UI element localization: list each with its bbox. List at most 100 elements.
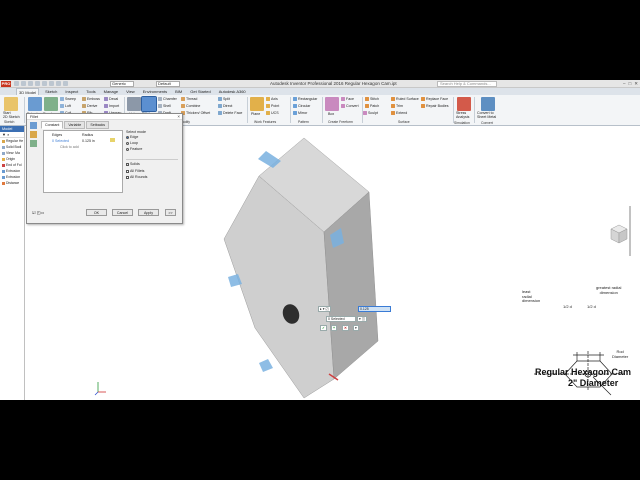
emboss-button[interactable]: Emboss [82,97,100,102]
fillet-icon[interactable] [141,96,157,112]
application-menu-button[interactable]: PRO [1,81,11,87]
tab-get-started[interactable]: Get Started [188,88,212,95]
ruled-surface-button[interactable]: Ruled Surface [391,97,419,102]
tab-tools[interactable]: Tools [84,88,97,95]
sculpt-button[interactable]: Sculpt [363,111,378,116]
tab-constant[interactable]: Constant [41,121,64,129]
save-icon[interactable] [28,81,33,86]
edges-selected-cell[interactable]: 0 Selected [52,139,69,143]
start-sketch-label[interactable]: Start 2D Sketch [3,111,20,120]
import-button[interactable]: Import [104,104,119,109]
revolve-icon[interactable] [44,97,58,111]
derive-button[interactable]: Derive [82,104,97,109]
solids-selector[interactable]: Solids [126,159,178,166]
convert-sheet-metal-label[interactable]: Convert to Sheet Metal [477,111,496,120]
help-search-input[interactable]: Search Help & Commands... [437,81,497,87]
radius-value-cell[interactable]: 0.125 in [82,139,95,143]
edge-select-icon[interactable] [110,138,115,142]
tab-sketch[interactable]: Sketch [43,88,59,95]
face-button[interactable]: Face [341,97,354,102]
combine-button[interactable]: Combine [181,104,200,109]
redo-icon[interactable] [42,81,47,86]
help-icons[interactable]: ☑ ◰▭ [32,210,44,215]
convert-button[interactable]: Convert [341,104,359,109]
ucs-button[interactable]: UCS [266,111,279,116]
appearance-combo[interactable]: Default [156,81,180,87]
apply-plus-icon[interactable]: + [331,325,338,331]
update-icon[interactable] [56,81,61,86]
all-rounds-checkbox[interactable]: All Rounds [126,175,178,179]
tab-variable[interactable]: Variable [64,121,86,129]
loft-button[interactable]: Loft [60,104,71,109]
ok-check-icon[interactable]: ✓ [320,325,327,331]
tab-manage[interactable]: Manage [102,88,120,95]
extrude-icon[interactable] [28,97,42,111]
face-fillet-icon[interactable] [30,131,37,138]
delete-face-button[interactable]: Delete Face [218,111,242,116]
extend-button[interactable]: Extend [391,111,407,116]
select-icon[interactable] [63,81,68,86]
box-label[interactable]: Box [328,112,334,116]
all-fillets-checkbox[interactable]: All Fillets [126,169,178,173]
edge-mode-radio[interactable]: Edge [126,135,178,139]
close-icon[interactable]: ✕ [634,81,638,87]
decal-button[interactable]: Decal [104,97,118,102]
mini-toolbar-options[interactable]: ▾ ◫ [357,316,368,322]
chamfer-button[interactable]: Chamfer [158,97,177,102]
tab-setbacks[interactable]: Setbacks [86,121,110,129]
feature-mode-radio[interactable]: Feature [126,147,178,151]
view-cube[interactable] [608,223,630,245]
plane-icon[interactable] [250,97,264,111]
split-button[interactable]: Split [218,97,230,102]
close-icon[interactable]: × [177,114,180,120]
fillet-edge-icon[interactable] [30,122,37,129]
thicken-offset-button[interactable]: Thicken/ Offset [181,111,210,116]
minimize-icon[interactable]: – [623,81,626,87]
selection-count-combo[interactable]: 0 Selected [326,316,356,322]
mirror-button[interactable]: Mirror [293,111,307,116]
hole-icon[interactable] [127,97,141,111]
hexagon-cam-part[interactable] [223,137,379,399]
convert-sheet-metal-icon[interactable] [481,97,495,111]
more-button[interactable]: >> [165,209,176,216]
circular-pattern-button[interactable]: Circular [293,104,310,109]
axis-button[interactable]: Axis [266,97,278,102]
maximize-icon[interactable]: □ [629,81,632,87]
tab-environments[interactable]: Environments [141,88,169,95]
rectangular-pattern-button[interactable]: Rectangular [293,97,317,102]
tab-autodesk-a360[interactable]: Autodesk A360 [217,88,248,95]
thread-button[interactable]: Thread [181,97,197,102]
find-icon[interactable]: ⌕ [7,132,9,137]
cancel-button[interactable]: Cancel [112,209,133,216]
box-icon[interactable] [325,97,339,111]
material-combo[interactable]: Generic [110,81,134,87]
new-icon[interactable] [14,81,19,86]
patch-button[interactable]: Patch [365,104,379,109]
stress-analysis-icon[interactable] [457,97,471,111]
stitch-button[interactable]: Stitch [365,97,379,102]
filter-icon[interactable]: ▼ [2,132,6,137]
home-icon[interactable] [49,81,54,86]
direct-button[interactable]: Direct [218,104,232,109]
shell-button[interactable]: Shell [158,104,171,109]
tab-3d-model[interactable]: 3D Model [16,88,40,95]
ok-button[interactable]: OK [86,209,107,216]
undo-icon[interactable] [35,81,40,86]
tree-item-distance[interactable]: Distance [0,180,24,186]
mini-toolbar-mode[interactable]: ▸ ▾ ◰ [318,306,331,312]
stress-analysis-label[interactable]: Stress Analysis [456,111,469,120]
radius-input[interactable]: 0.125 [358,306,391,312]
loop-mode-radio[interactable]: Loop [126,141,178,145]
open-icon[interactable] [21,81,26,86]
cancel-x-icon[interactable]: ✕ [342,325,349,331]
repair-bodies-button[interactable]: Repair Bodies [421,104,449,109]
tab-inspect[interactable]: Inspect [63,88,80,95]
plane-label[interactable]: Plane [251,112,260,116]
tab-bim[interactable]: BIM [173,88,184,95]
point-button[interactable]: Point [266,104,279,109]
click-to-add-row[interactable]: Click to add [60,145,79,149]
apply-button[interactable]: Apply [138,209,159,216]
replace-face-button[interactable]: Replace Face [421,97,448,102]
trim-button[interactable]: Trim [391,104,403,109]
mini-toolbar-more[interactable]: ▾ [353,325,359,331]
